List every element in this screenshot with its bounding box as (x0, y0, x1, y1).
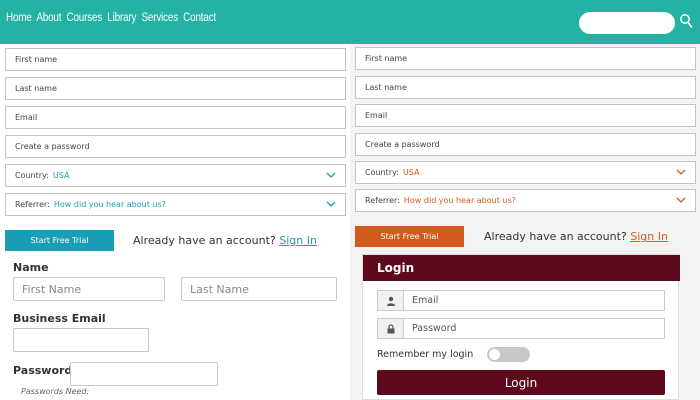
email-placeholder-alt: Email (365, 111, 388, 120)
chevron-down-icon (326, 172, 336, 178)
referrer-value-alt: How did you hear about us? (403, 196, 516, 205)
nav-item-services[interactable]: Services (141, 12, 178, 24)
country-select-alt[interactable]: Country: USA (355, 161, 696, 184)
login-card: Login Email Password Remember my login L… (362, 254, 680, 400)
email-field[interactable]: Email (5, 106, 346, 129)
first-name-placeholder-alt: First name (365, 54, 408, 63)
user-icon-addon (377, 290, 403, 311)
already-label: Already have an account? (133, 234, 276, 247)
email-placeholder: Email (15, 113, 38, 122)
login-password-placeholder: Password (412, 323, 457, 334)
referrer-label-alt: Referrer: (365, 196, 400, 205)
password-placeholder-alt: Create a password (365, 140, 440, 149)
already-account-text: Already have an account? Sign In (133, 234, 317, 247)
last-name-placeholder: Last name (15, 84, 57, 93)
first-name-placeholder: First name (15, 55, 58, 64)
nav-item-library[interactable]: Library (107, 12, 136, 24)
chevron-down-icon (676, 197, 686, 203)
login-email-input[interactable]: Email (403, 290, 665, 311)
password-label: Password (13, 364, 73, 377)
nav-item-home[interactable]: Home (6, 12, 32, 24)
last-name-input[interactable]: Last Name (181, 277, 337, 301)
user-icon (386, 296, 395, 306)
login-email-field[interactable]: Email (377, 290, 665, 311)
start-free-trial-button-alt[interactable]: Start Free Trial (355, 226, 464, 247)
already-label-alt: Already have an account? (484, 230, 627, 243)
top-nav-bar: Home About Courses Library Services Cont… (0, 0, 700, 44)
remember-login-toggle[interactable] (487, 347, 530, 362)
name-label: Name (13, 261, 49, 274)
sign-in-link-alt[interactable]: Sign In (630, 230, 668, 243)
nav-menu: Home About Courses Library Services Cont… (6, 12, 219, 24)
already-account-text-alt: Already have an account? Sign In (484, 230, 668, 243)
referrer-select-alt[interactable]: Referrer: How did you hear about us? (355, 189, 696, 212)
login-password-input[interactable]: Password (403, 318, 665, 339)
first-name-input-placeholder: First Name (22, 282, 82, 296)
login-password-field[interactable]: Password (377, 318, 665, 339)
remember-login-label: Remember my login (377, 349, 474, 360)
referrer-value: How did you hear about us? (53, 200, 166, 209)
login-button[interactable]: Login (377, 370, 665, 395)
business-email-input[interactable] (13, 328, 149, 352)
country-value: USA (52, 171, 70, 180)
sign-in-link[interactable]: Sign In (279, 234, 317, 247)
password-field-alt[interactable]: Create a password (355, 133, 696, 156)
first-name-field-alt[interactable]: First name (355, 47, 696, 70)
start-free-trial-button[interactable]: Start Free Trial (5, 230, 114, 251)
country-label-alt: Country: (365, 168, 399, 177)
lock-icon (387, 323, 394, 333)
login-title: Login (363, 255, 680, 281)
lock-icon-addon (377, 318, 403, 339)
last-name-field[interactable]: Last name (5, 77, 346, 100)
last-name-placeholder-alt: Last name (365, 83, 407, 92)
login-email-placeholder: Email (412, 295, 439, 306)
search-icon[interactable] (679, 13, 693, 29)
password-placeholder: Create a password (15, 142, 90, 151)
password-input[interactable] (70, 362, 218, 386)
last-name-field-alt[interactable]: Last name (355, 76, 696, 99)
chevron-down-icon (326, 201, 336, 207)
nav-item-about[interactable]: About (36, 12, 61, 24)
password-hint: Passwords Need: (21, 387, 90, 396)
nav-item-contact[interactable]: Contact (183, 12, 216, 24)
email-field-alt[interactable]: Email (355, 104, 696, 127)
business-email-label: Business Email (13, 312, 106, 325)
first-name-field[interactable]: First name (5, 48, 346, 71)
country-value-alt: USA (402, 168, 420, 177)
referrer-select[interactable]: Referrer: How did you hear about us? (5, 193, 346, 216)
page: Home About Courses Library Services Cont… (0, 0, 700, 400)
toggle-knob (489, 349, 500, 360)
chevron-down-icon (676, 169, 686, 175)
nav-item-courses[interactable]: Courses (66, 12, 102, 24)
country-label: Country: (15, 171, 49, 180)
country-select[interactable]: Country: USA (5, 164, 346, 187)
first-name-input[interactable]: First Name (13, 277, 165, 301)
referrer-label: Referrer: (15, 200, 50, 209)
last-name-input-placeholder: Last Name (190, 282, 249, 296)
password-field[interactable]: Create a password (5, 135, 346, 158)
search-input[interactable] (579, 12, 675, 34)
